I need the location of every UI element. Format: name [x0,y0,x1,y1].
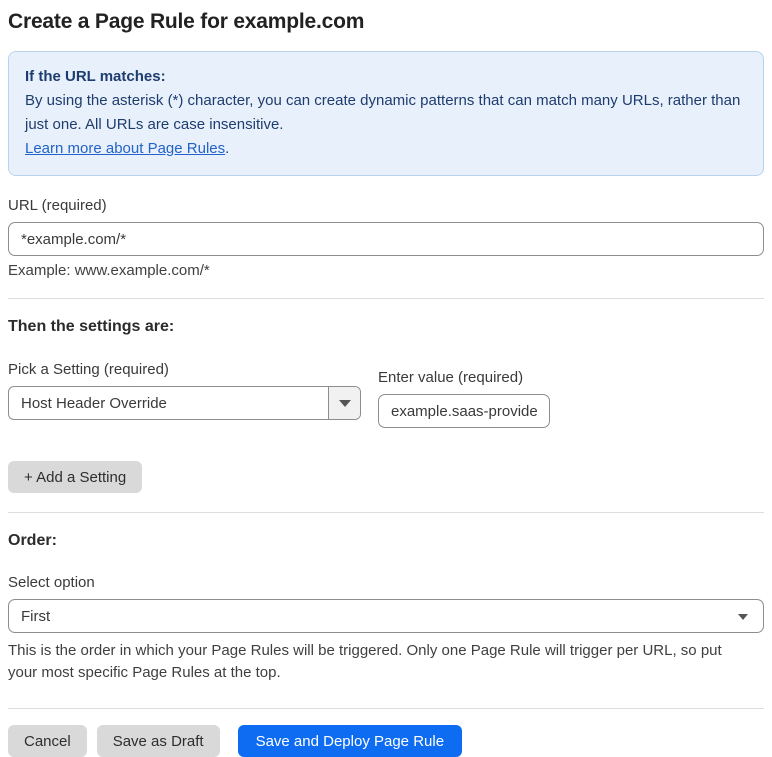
url-field-label: URL (required) [8,197,107,214]
order-help-text: This is the order in which your Page Rul… [8,642,722,681]
save-as-draft-button[interactable]: Save as Draft [96,725,220,757]
order-select[interactable]: First [8,599,764,633]
enter-value-label: Enter value (required) [378,369,524,386]
info-box-link-line: Learn more about Page Rules. [25,137,747,161]
info-box-body: By using the asterisk (*) character, you… [25,92,741,133]
order-section-heading: Order: [8,532,57,549]
order-selected-value: First [21,607,51,625]
pick-setting-select[interactable]: Host Header Override [8,386,361,420]
info-box-heading: If the URL matches: [25,68,166,85]
add-setting-button[interactable]: + Add a Setting [8,461,143,493]
order-select-label: Select option [8,574,95,591]
url-example-hint: Example: www.example.com/* [8,262,210,279]
divider [8,298,764,299]
chevron-down-icon [328,387,360,419]
setting-row: Pick a Setting (required) Host Header Ov… [8,361,764,428]
divider [8,512,764,513]
setting-value-input[interactable] [378,394,550,428]
cancel-button[interactable]: Cancel [8,725,87,757]
link-period: . [225,140,230,157]
learn-more-link[interactable]: Learn more about Page Rules [25,140,225,157]
url-match-info-box: If the URL matches: By using the asteris… [8,51,764,176]
caret-glyph [338,399,351,407]
enter-value-column: Enter value (required) [378,369,550,428]
footer-actions: Cancel Save as Draft Save and Deploy Pag… [8,725,764,757]
url-input[interactable] [8,222,764,256]
pick-setting-selected-value: Host Header Override [21,394,167,412]
pick-setting-label: Pick a Setting (required) [8,361,169,378]
pick-setting-column: Pick a Setting (required) Host Header Ov… [8,361,361,428]
save-and-deploy-button[interactable]: Save and Deploy Page Rule [237,725,463,757]
divider [8,708,764,709]
settings-section-heading: Then the settings are: [8,318,175,335]
page-title: Create a Page Rule for example.com [8,10,365,33]
chevron-down-icon [738,614,748,620]
create-page-rule-form: Create a Page Rule for example.com If th… [0,0,772,757]
